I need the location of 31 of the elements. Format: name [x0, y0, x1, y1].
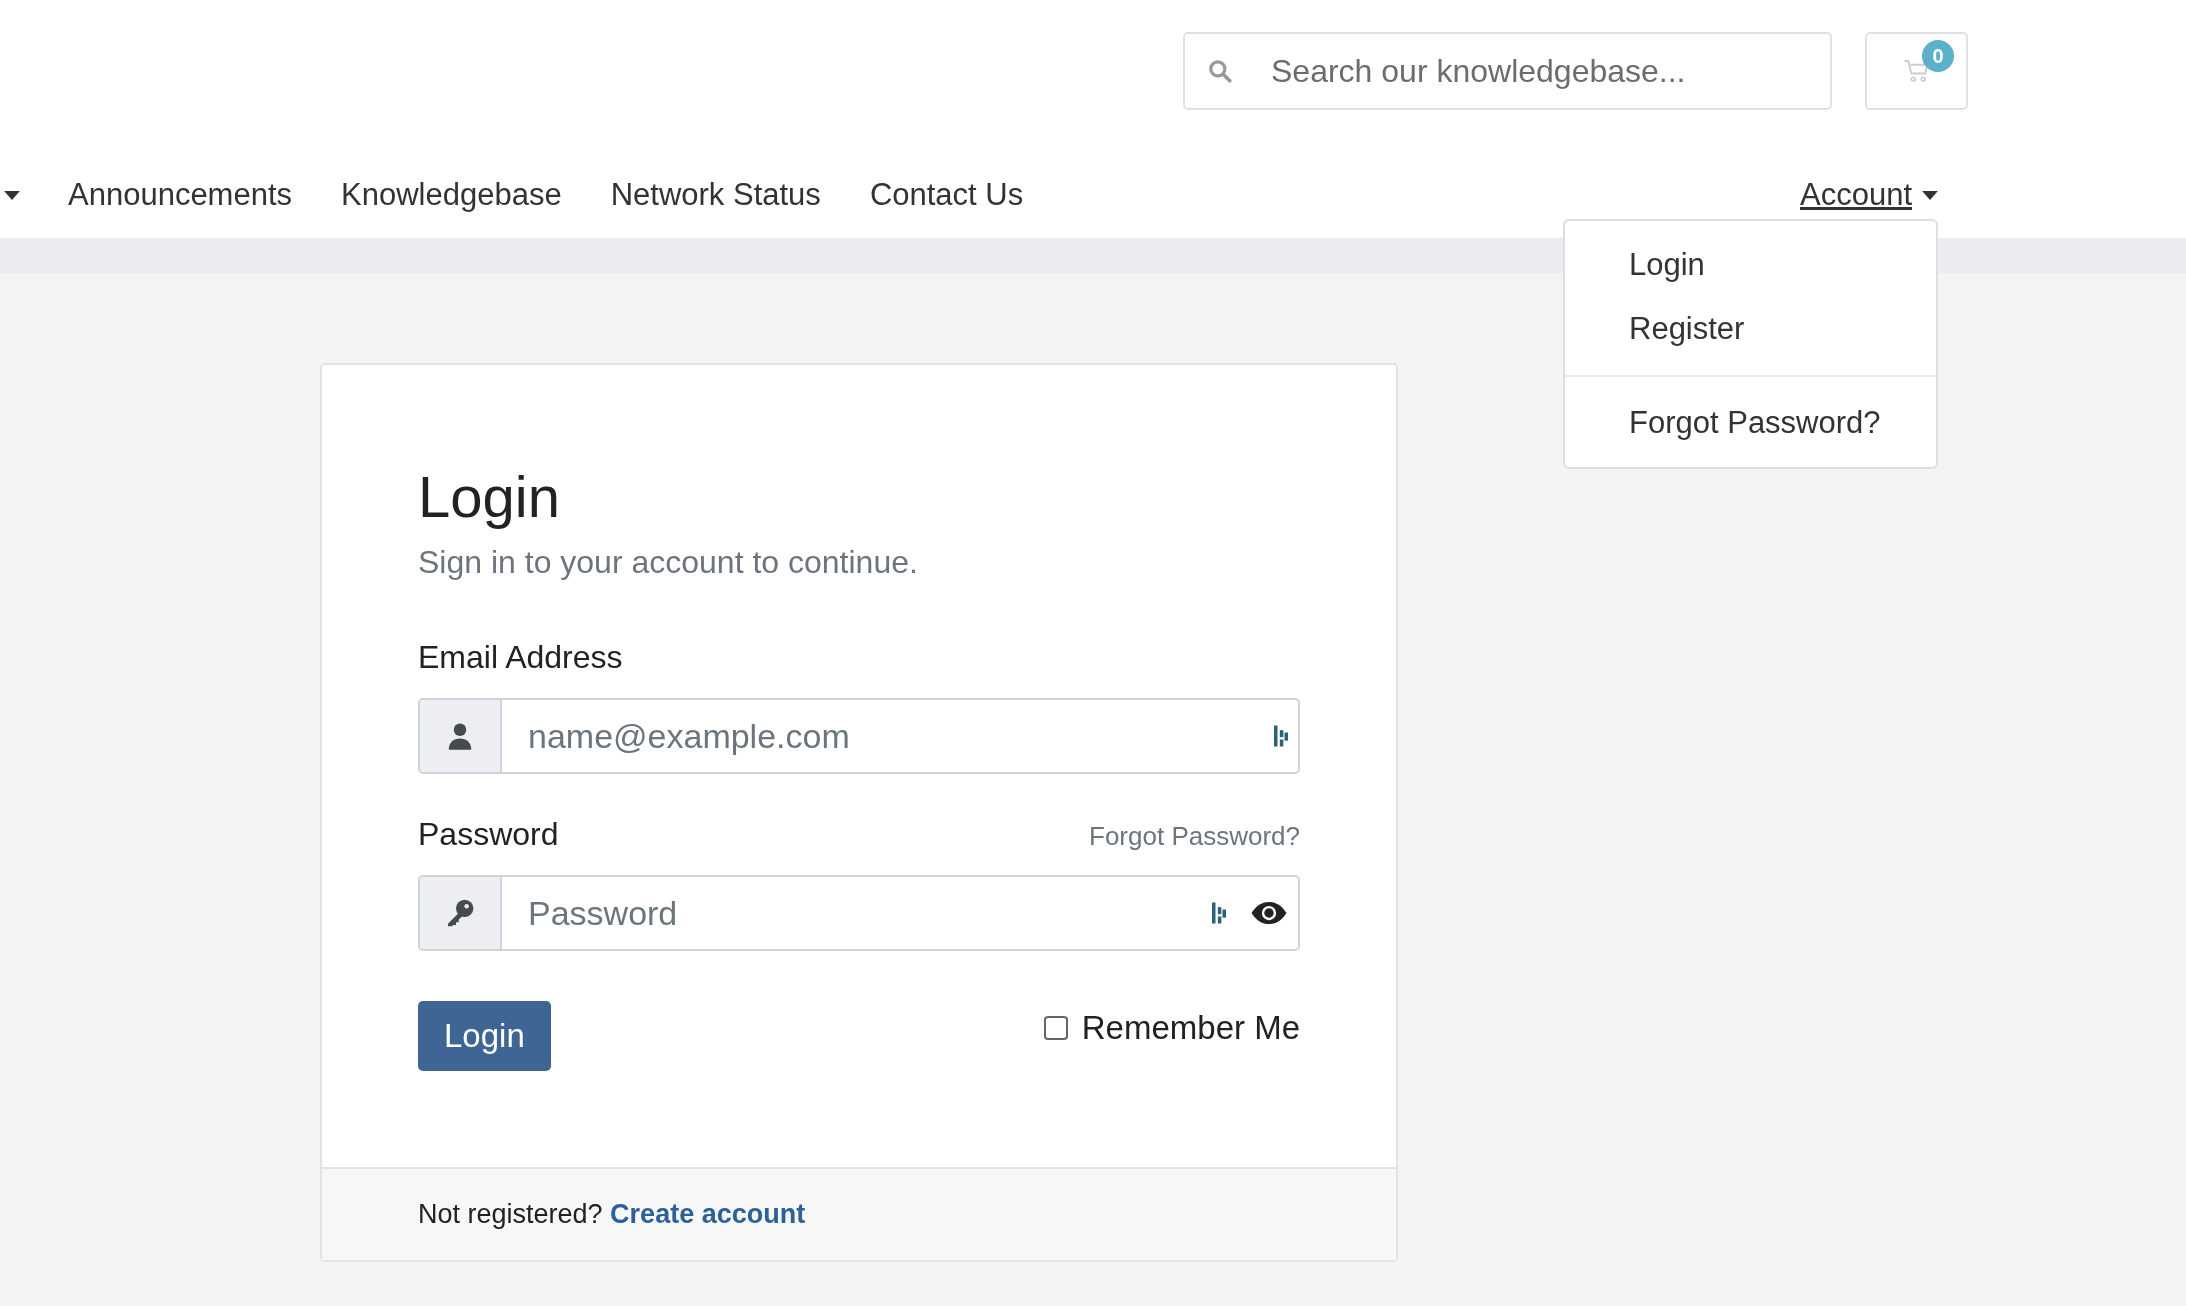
nav-link[interactable]: Announcements [68, 177, 293, 213]
menu-item[interactable]: Register [1565, 297, 1936, 361]
password-manager-icon[interactable] [1212, 901, 1226, 925]
nav-link[interactable]: Contact Us [869, 177, 1024, 213]
field-label: Email Address [418, 639, 624, 676]
field-label: Password [418, 816, 559, 853]
menu-item[interactable]: Login [1565, 233, 1936, 297]
account-menu-toggle[interactable]: Account [1800, 177, 1938, 213]
page-title: Login [418, 463, 561, 530]
email-field[interactable]: name@example.com [418, 698, 1300, 774]
nav-link[interactable]: Knowledgebase [341, 177, 562, 213]
eye-icon[interactable] [1250, 900, 1288, 926]
search-bar[interactable]: Search our knowledgebase... [1183, 32, 1832, 110]
password-field[interactable]: Password [418, 875, 1300, 951]
cart-count-badge: 0 [1922, 40, 1954, 72]
password-manager-icon[interactable] [1274, 724, 1288, 748]
checkbox-label: Remember Me [1081, 1009, 1300, 1047]
menu-item[interactable]: Forgot Password? [1565, 391, 1936, 455]
search-icon [1207, 58, 1233, 84]
remember-checkbox[interactable] [1043, 1016, 1068, 1040]
create-account-link[interactable]: Create account [610, 1199, 806, 1229]
search-input[interactable]: Search our knowledgebase... [1269, 51, 1830, 91]
subtitle: Sign in to your account to continue. [418, 544, 919, 581]
caret-icon[interactable] [4, 190, 20, 200]
forgot-password-link[interactable]: Forgot Password? [1089, 821, 1300, 852]
password-input[interactable]: Password [526, 892, 1188, 934]
footer-text: Not registered? Create account [418, 1199, 807, 1230]
email-input[interactable]: name@example.com [526, 715, 1250, 757]
caret-icon [1922, 190, 1938, 200]
nav-link[interactable]: Network Status [610, 177, 821, 213]
login-button[interactable]: Login [418, 1001, 551, 1071]
